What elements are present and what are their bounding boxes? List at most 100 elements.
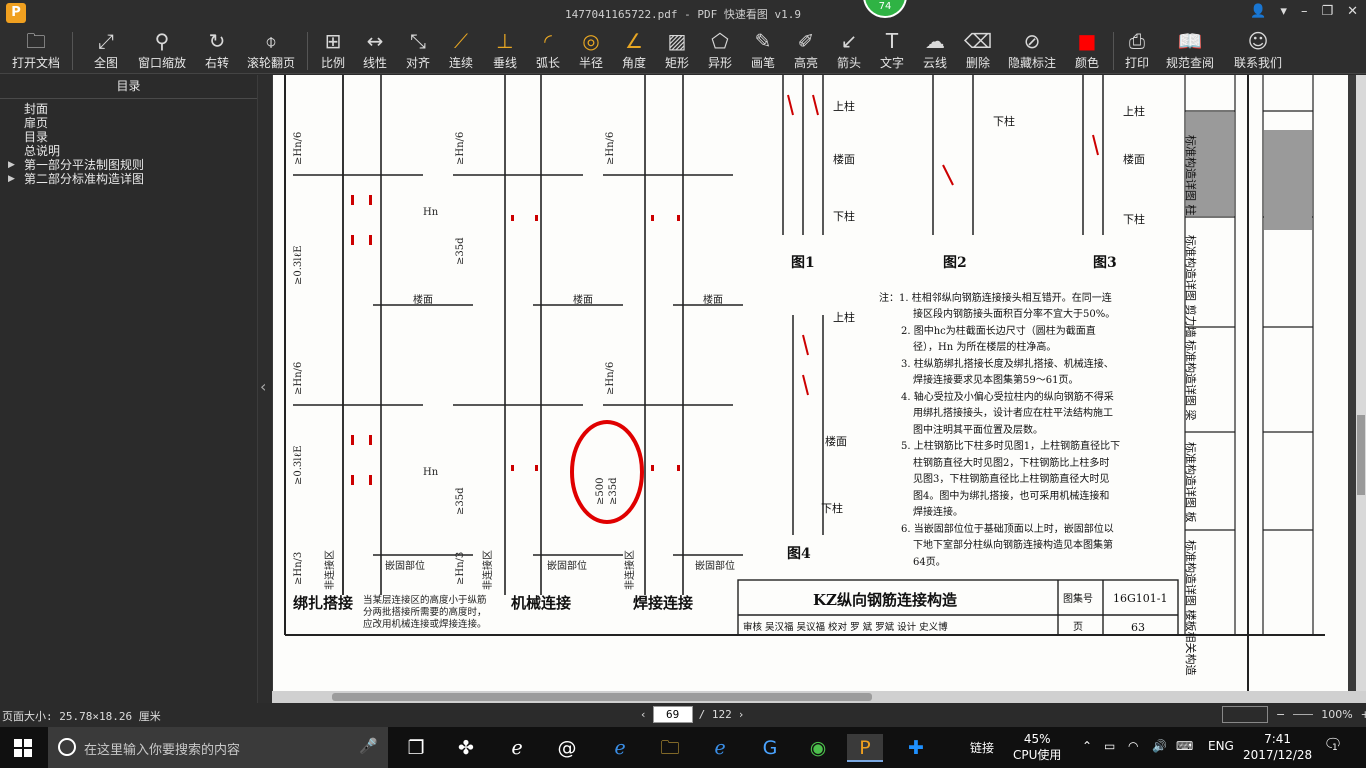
hide-eye-icon: ⊘ (1023, 29, 1041, 53)
open-document-button[interactable]: 🗀 打开文档 (8, 28, 64, 72)
expand-arrow-icon[interactable]: ▶ (8, 158, 15, 172)
outline-item[interactable]: 总说明 (0, 144, 257, 158)
outline-item[interactable]: 目录 (0, 130, 257, 144)
chevron-up-icon[interactable]: ⌃ (1082, 739, 1092, 753)
color-button[interactable]: ■ 颜色 (1069, 28, 1105, 72)
minimize-button[interactable]: – (1301, 4, 1308, 19)
scroll-thumb[interactable] (332, 693, 872, 701)
arc-length-button[interactable]: ◜ 弧长 (531, 28, 565, 72)
battery-icon[interactable]: ▭ (1104, 739, 1115, 753)
scale-button[interactable]: ⊞ 比例 (316, 28, 350, 72)
perpendicular-button[interactable]: ⊥ 垂线 (488, 28, 522, 72)
rotate-right-button[interactable]: ↻ 右转 (199, 28, 235, 72)
g-app-icon[interactable]: G (752, 734, 788, 762)
pinwheel-app-icon[interactable]: ✤ (448, 734, 484, 762)
delete-button[interactable]: ⌫ 删除 (961, 28, 995, 72)
red-annotation-circle[interactable] (570, 420, 644, 524)
hide-annotations-button[interactable]: ⊘ 隐藏标注 (1006, 28, 1058, 72)
angle-button[interactable]: ∠ 角度 (617, 28, 651, 72)
status-bar: 页面大小: 25.78×18.26 厘米 ‹ 69 / 122 › − 100%… (0, 703, 1366, 727)
ie-browser-icon[interactable]: ℯ (702, 734, 738, 762)
dropdown-menu-icon[interactable]: ▾ (1280, 4, 1287, 19)
windows-start-icon[interactable] (14, 739, 32, 757)
floor-label: 楼面 (573, 293, 593, 306)
active-tab-bg (1264, 130, 1312, 230)
keyboard-icon[interactable]: ⌨ (1176, 739, 1193, 753)
highlight-button[interactable]: ✐ 高亮 (789, 28, 823, 72)
outline-item[interactable]: 封面 (0, 102, 257, 116)
restore-button[interactable]: ❐ (1321, 4, 1333, 19)
toolbar-divider (72, 32, 73, 70)
microphone-icon[interactable]: 🎤 (359, 737, 378, 755)
green-app-icon[interactable]: ◉ (800, 734, 836, 762)
view-mode-toggle[interactable] (1222, 706, 1268, 723)
sidebar-collapse-button[interactable]: ‹ (258, 75, 272, 703)
document-viewer[interactable]: ≥Hn/6 ≥0.3lℓE ≥Hn/6 ≥0.3lℓE ≥Hn/3 ≥Hn/6 … (272, 75, 1366, 703)
next-page-button[interactable]: › (738, 708, 745, 721)
fit-page-button[interactable]: ⤢ 全图 (88, 28, 124, 72)
zoom-in-button[interactable]: + (1361, 708, 1366, 721)
notification-center-icon[interactable]: 🗨1 (1322, 735, 1344, 757)
arrow-icon: ↙ (840, 29, 858, 53)
link-label[interactable]: 链接 (970, 739, 994, 756)
embed-label: 嵌固部位 (385, 559, 425, 572)
side-tab[interactable]: 标准构造详图 柱 (1184, 135, 1198, 216)
page-size-info: 页面大小: 25.78×18.26 厘米 (2, 710, 161, 723)
side-tab[interactable]: 标准构造详图 楼板相关构造 (1184, 540, 1198, 676)
zoom-slider[interactable] (1293, 714, 1314, 715)
taskbar-search-box[interactable]: 在这里输入你要搜索的内容 🎤 (48, 727, 388, 768)
continuous-measure-button[interactable]: ⟋ 连续 (444, 28, 478, 72)
dim-label: ≥Hn/6 (605, 132, 616, 165)
dim-label: ≥Hn/3 (293, 552, 304, 585)
dim-label: ≥Hn/6 (293, 132, 304, 165)
zoom-level: 100% (1321, 708, 1353, 721)
text-button[interactable]: T 文字 (875, 28, 909, 72)
side-tab[interactable]: 标准构造详图 剪力墙 (1184, 235, 1198, 338)
edge-blue-icon[interactable]: ℯ (602, 734, 638, 762)
outline-item[interactable]: 扉页 (0, 116, 257, 130)
pdf-viewer-taskbar-icon[interactable]: P (847, 734, 883, 762)
linear-measure-button[interactable]: ↔ 线性 (358, 28, 392, 72)
task-view-icon[interactable]: ❐ (398, 734, 434, 762)
zoom-out-button[interactable]: − (1276, 708, 1285, 721)
atlas-number: 16G101-1 (1113, 592, 1168, 605)
outline-item[interactable]: ▶ 第二部分标准构造详图 (0, 172, 257, 186)
user-icon[interactable]: 👤 (1250, 4, 1266, 19)
cloud-line-button[interactable]: ☁ 云线 (918, 28, 952, 72)
spiral-app-icon[interactable]: @ (549, 734, 585, 762)
title-bar: P 1477041165722.pdf - PDF 快速看图 v1.9 74 👤… (0, 0, 1366, 26)
wheel-page-button[interactable]: ⌽ 滚轮翻页 (245, 28, 297, 72)
side-tab[interactable]: 标准构造详图 板 (1184, 442, 1198, 523)
lower-col-label: 下柱 (993, 114, 1015, 128)
side-tab[interactable]: 标准构造详图 梁 (1184, 340, 1198, 421)
arrow-button[interactable]: ↙ 箭头 (832, 28, 866, 72)
page-input[interactable]: 69 (652, 706, 693, 723)
outline-item[interactable]: ▶ 第一部分平法制图规则 (0, 158, 257, 172)
close-button[interactable]: ✕ (1347, 4, 1358, 19)
radius-button[interactable]: ◎ 半径 (574, 28, 608, 72)
prev-page-button[interactable]: ‹ (640, 708, 647, 721)
system-clock[interactable]: 7:41 2017/12/28 (1243, 731, 1312, 763)
wifi-icon[interactable]: ◠ (1128, 739, 1138, 753)
blue-plus-app-icon[interactable]: ✚ (898, 734, 934, 762)
align-measure-button[interactable]: ⤡ 对齐 (401, 28, 435, 72)
printer-icon: ⎙ (1129, 29, 1145, 53)
vertical-scrollbar[interactable] (1356, 75, 1366, 691)
ime-indicator[interactable]: ENG (1208, 739, 1234, 753)
scroll-thumb[interactable] (1357, 415, 1365, 495)
polygon-button[interactable]: ⬠ 异形 (703, 28, 737, 72)
horizontal-scrollbar[interactable] (272, 691, 1366, 703)
edge-browser-icon[interactable]: ℯ (499, 734, 535, 762)
cpu-meter[interactable]: 45% CPU使用 (1013, 731, 1061, 763)
volume-icon[interactable]: 🔊 (1152, 739, 1167, 753)
window-zoom-button[interactable]: ⚲ 窗口缩放 (136, 28, 188, 72)
outline-sidebar: 目录 封面 扉页 目录 总说明 ▶ 第一部分平法制图规则 ▶ 第二部分标准构造详图 (0, 75, 258, 703)
file-explorer-icon[interactable]: 🗀 (652, 734, 688, 762)
standards-lookup-button[interactable]: 📖 规范查阅 (1164, 28, 1216, 72)
print-button[interactable]: ⎙ 打印 (1120, 28, 1154, 72)
floor-label: 楼面 (825, 434, 847, 448)
rectangle-button[interactable]: ▨ 矩形 (660, 28, 694, 72)
contact-us-button[interactable]: ☺ 联系我们 (1232, 28, 1284, 72)
expand-arrow-icon[interactable]: ▶ (8, 172, 15, 186)
pen-button[interactable]: ✎ 画笔 (746, 28, 780, 72)
